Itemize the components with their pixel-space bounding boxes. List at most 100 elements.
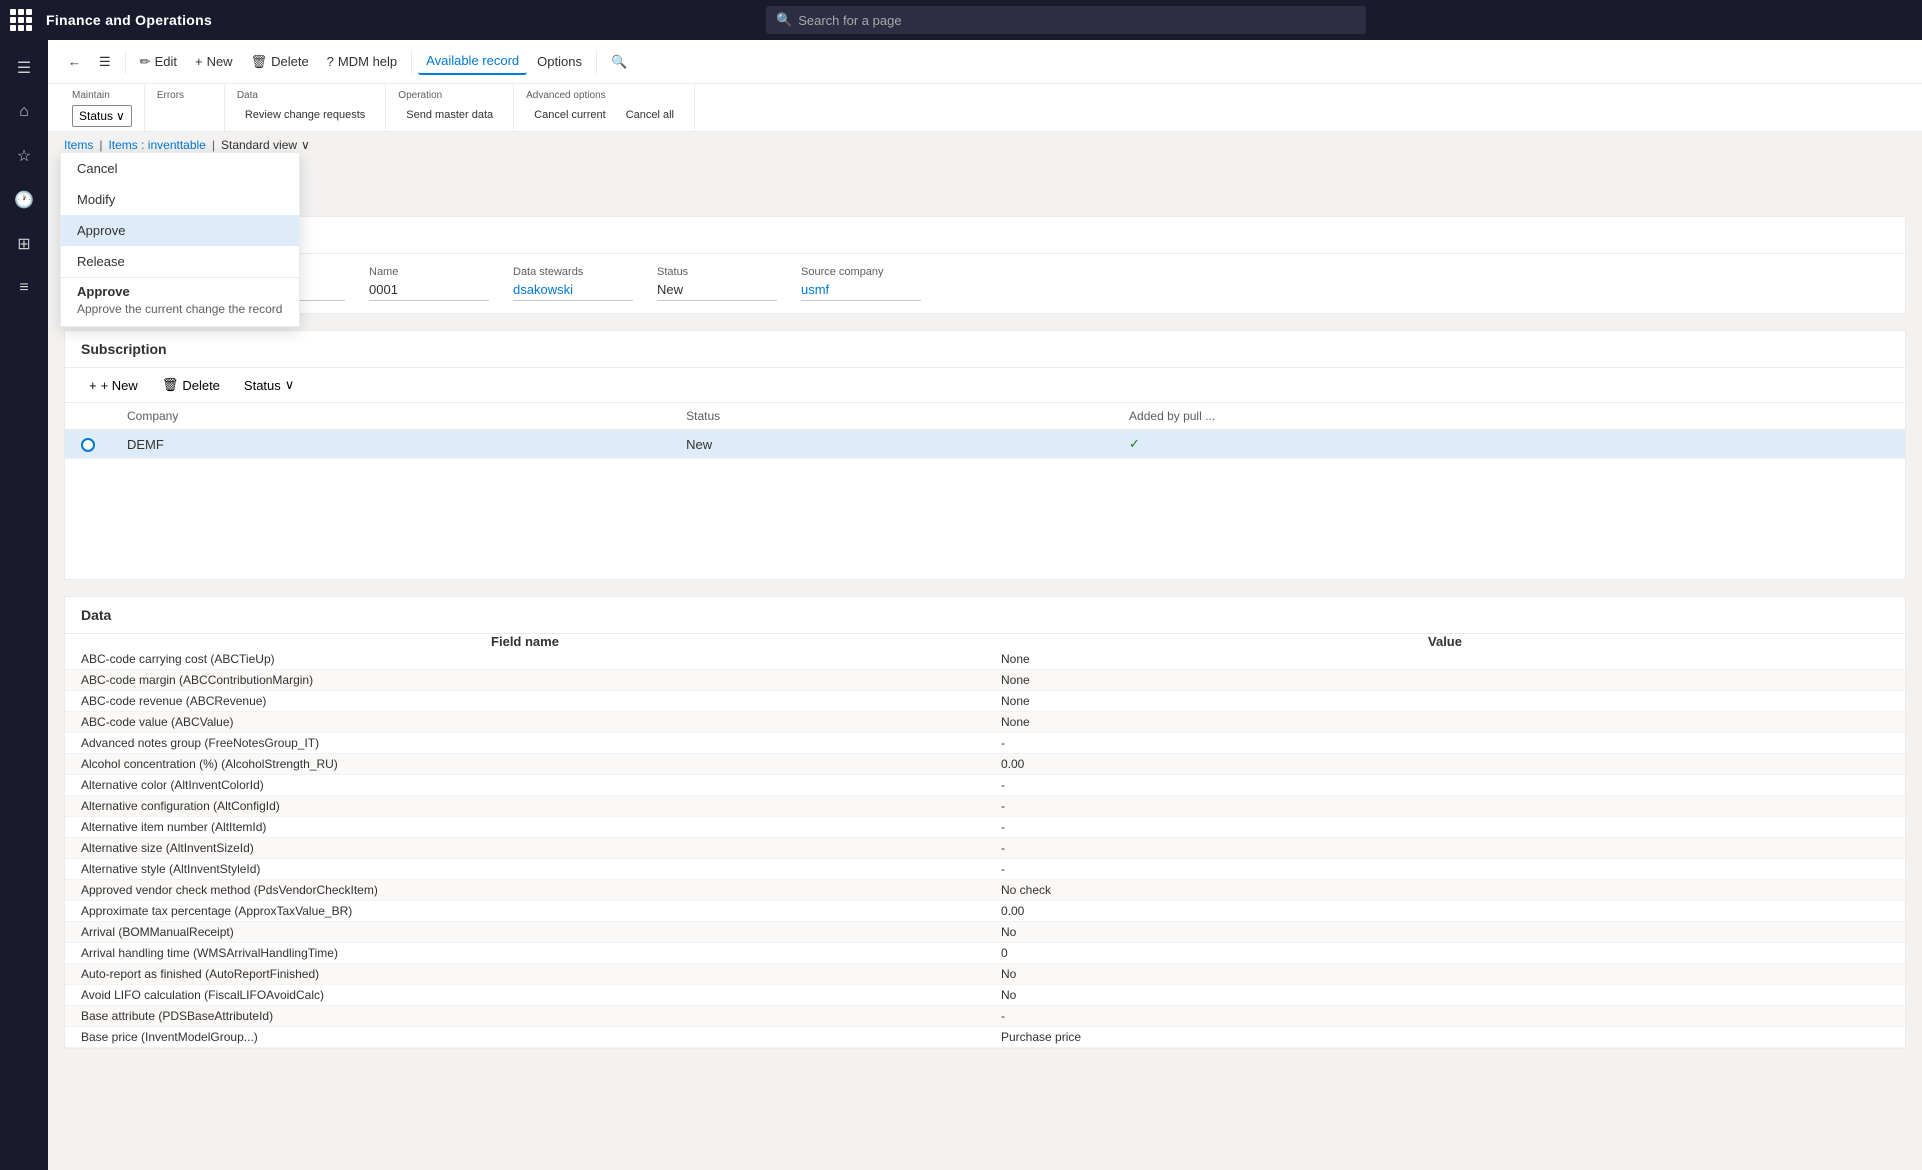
row-radio[interactable] bbox=[65, 430, 111, 459]
advanced-buttons: Cancel current Cancel all bbox=[526, 105, 682, 125]
data-stewards-label: Data stewards bbox=[513, 266, 633, 278]
field-value-cell: No bbox=[985, 964, 1905, 985]
subscription-table-row[interactable]: DEMF New ✓ bbox=[65, 430, 1905, 459]
sidebar-workspaces-icon[interactable]: ⊞ bbox=[4, 224, 44, 264]
back-button[interactable]: ← bbox=[60, 49, 89, 74]
standard-view-dropdown[interactable]: Standard view ∨ bbox=[221, 138, 310, 152]
ribbon-advanced-section: Advanced options Cancel current Cancel a… bbox=[514, 84, 695, 131]
search-bar[interactable]: 🔍 bbox=[766, 6, 1366, 34]
send-master-data-button[interactable]: Send master data bbox=[398, 105, 501, 125]
subscription-delete-button[interactable]: 🗑 Delete bbox=[154, 374, 228, 396]
nav-hamburger-button[interactable]: ☰ bbox=[91, 49, 119, 75]
sidebar-recent-icon[interactable]: 🕐 bbox=[4, 180, 44, 220]
maintain-buttons: Status ∨ bbox=[72, 105, 132, 127]
tooltip-desc: Approve the current change the record bbox=[77, 302, 283, 316]
tooltip-title: Approve bbox=[77, 284, 283, 299]
status-label: Status bbox=[657, 266, 777, 278]
field-name-cell: ABC-code carrying cost (ABCTieUp) bbox=[65, 649, 985, 670]
search-icon: 🔍 bbox=[776, 12, 792, 28]
options-tab[interactable]: Options bbox=[529, 49, 590, 74]
dropdown-item-modify[interactable]: Modify bbox=[61, 184, 299, 215]
subscription-delete-icon: 🗑 bbox=[162, 377, 179, 393]
field-name-cell: Arrival (BOMManualReceipt) bbox=[65, 922, 985, 943]
sidebar-favorites-icon[interactable]: ☆ bbox=[4, 136, 44, 176]
new-button[interactable]: + New bbox=[187, 49, 241, 74]
separator-2 bbox=[411, 50, 412, 74]
source-company-label: Source company bbox=[801, 266, 921, 278]
name-label: Name bbox=[369, 266, 489, 278]
field-name-cell: Avoid LIFO calculation (FiscalLIFOAvoidC… bbox=[65, 985, 985, 1006]
data-field-row: Alternative size (AltInventSizeId) - bbox=[65, 838, 1905, 859]
main-content: ← ☰ ✏ Edit + New 🗑 Delete ? MDM help Ava… bbox=[48, 40, 1922, 1170]
dropdown-item-release[interactable]: Release bbox=[61, 246, 299, 277]
available-record-tab[interactable]: Available record bbox=[418, 48, 527, 75]
field-value-cell: 0 bbox=[985, 943, 1905, 964]
data-field-row: Alcohol concentration (%) (AlcoholStreng… bbox=[65, 754, 1905, 775]
data-field-row: Alternative color (AltInventColorId) - bbox=[65, 775, 1905, 796]
field-value-cell: - bbox=[985, 859, 1905, 880]
value-col-header: Value bbox=[985, 634, 1905, 649]
row-status: New bbox=[670, 430, 1113, 459]
field-name-cell: Approved vendor check method (PdsVendorC… bbox=[65, 880, 985, 901]
data-field-row: Base price (InventModelGroup...) Purchas… bbox=[65, 1027, 1905, 1048]
release-option-label: Release bbox=[77, 254, 125, 269]
cancel-current-button[interactable]: Cancel current bbox=[526, 105, 614, 125]
back-icon: ← bbox=[68, 54, 81, 69]
dropdown-item-cancel[interactable]: Cancel bbox=[61, 153, 299, 184]
sidebar-hamburger[interactable]: ☰ bbox=[4, 48, 44, 88]
data-field-row: Alternative item number (AltItemId) - bbox=[65, 817, 1905, 838]
breadcrumb-inventtable-link[interactable]: Items : inventtable bbox=[108, 138, 205, 152]
subscription-status-button[interactable]: Status ∨ bbox=[236, 374, 302, 396]
delete-button[interactable]: 🗑 Delete bbox=[243, 49, 317, 75]
app-grid-icon[interactable] bbox=[10, 9, 32, 31]
review-changes-button[interactable]: Review change requests bbox=[237, 105, 373, 125]
ribbon-maintain-section: Maintain Status ∨ bbox=[60, 84, 145, 131]
page-content: 0001 General Master data type id Items N… bbox=[48, 158, 1922, 1170]
sidebar-modules-icon[interactable]: ≡ bbox=[4, 268, 44, 308]
checkbox-col-header bbox=[65, 403, 111, 430]
hamburger-icon: ☰ bbox=[99, 54, 111, 70]
status-field: Status New bbox=[657, 266, 777, 301]
radio-circle-icon bbox=[81, 438, 95, 452]
name-value: 0001 bbox=[369, 282, 489, 301]
search-input[interactable] bbox=[798, 13, 1356, 28]
breadcrumb-items-link[interactable]: Items bbox=[64, 138, 93, 152]
field-value-cell: None bbox=[985, 670, 1905, 691]
edit-button[interactable]: ✏ Edit bbox=[132, 49, 185, 75]
data-field-row: Base attribute (PDSBaseAttributeId) - bbox=[65, 1006, 1905, 1027]
field-name-cell: Alternative color (AltInventColorId) bbox=[65, 775, 985, 796]
field-name-cell: ABC-code value (ABCValue) bbox=[65, 712, 985, 733]
dropdown-item-approve[interactable]: Approve bbox=[61, 215, 299, 246]
edit-icon: ✏ bbox=[140, 54, 151, 70]
cancel-option-label: Cancel bbox=[77, 161, 117, 176]
mdm-help-button[interactable]: ? MDM help bbox=[319, 49, 405, 74]
review-changes-label: Review change requests bbox=[245, 109, 365, 121]
subscription-new-label: + New bbox=[101, 378, 138, 393]
row-added-by-pull: ✓ bbox=[1113, 430, 1905, 459]
cancel-all-button[interactable]: Cancel all bbox=[618, 105, 682, 125]
field-value-cell: - bbox=[985, 1006, 1905, 1027]
data-field-row: ABC-code carrying cost (ABCTieUp) None bbox=[65, 649, 1905, 670]
operation-label: Operation bbox=[398, 90, 501, 101]
field-value-cell: No bbox=[985, 985, 1905, 1006]
search-button[interactable]: 🔍 bbox=[603, 49, 635, 75]
field-value-cell: None bbox=[985, 649, 1905, 670]
ribbon-operation-section: Operation Send master data bbox=[386, 84, 514, 131]
ribbon-data-section: Data Review change requests bbox=[225, 84, 386, 131]
data-field-row: Advanced notes group (FreeNotesGroup_IT)… bbox=[65, 733, 1905, 754]
field-name-cell: ABC-code margin (ABCContributionMargin) bbox=[65, 670, 985, 691]
field-name-cell: Base attribute (PDSBaseAttributeId) bbox=[65, 1006, 985, 1027]
record-id: 0001 bbox=[64, 174, 1906, 200]
status-dropdown-button[interactable]: Status ∨ bbox=[72, 105, 132, 127]
data-stewards-value[interactable]: dsakowski bbox=[513, 282, 633, 301]
sidebar-home-icon[interactable]: ⌂ bbox=[4, 92, 44, 132]
mdm-help-label: MDM help bbox=[338, 54, 397, 69]
field-name-cell: Auto-report as finished (AutoReportFinis… bbox=[65, 964, 985, 985]
app-title: Finance and Operations bbox=[46, 12, 212, 28]
operation-buttons: Send master data bbox=[398, 105, 501, 125]
data-field-row: Auto-report as finished (AutoReportFinis… bbox=[65, 964, 1905, 985]
ribbon-bar: Maintain Status ∨ Errors Data bbox=[48, 84, 1922, 132]
subscription-new-button[interactable]: + + New bbox=[81, 375, 146, 396]
source-company-value[interactable]: usmf bbox=[801, 282, 921, 301]
edit-label: Edit bbox=[155, 54, 177, 69]
